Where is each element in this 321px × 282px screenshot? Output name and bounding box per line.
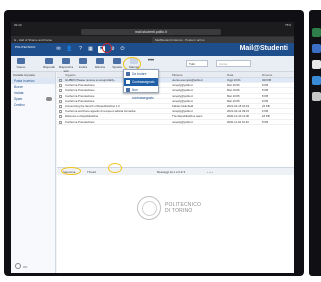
- filter-select[interactable]: Tutti: [186, 60, 208, 67]
- highlight-circle-red: [102, 43, 112, 53]
- row-subject: Conferma Prenotazione: [65, 119, 95, 124]
- row-checkbox[interactable]: [59, 120, 62, 124]
- compose-icon: [17, 58, 25, 64]
- logout-icon[interactable]: ⏻: [119, 46, 126, 53]
- app-icon[interactable]: [312, 76, 321, 85]
- forward-button[interactable]: Inoltra: [75, 58, 91, 70]
- folder-pane: Cartelle di posta Posta in arrivo Bozze …: [11, 72, 56, 273]
- contacts-icon[interactable]: 👤: [66, 46, 73, 53]
- menu-item-unflagged[interactable]: Non contrassegnato: [124, 86, 158, 100]
- highlight-circle-yellow: [61, 167, 81, 175]
- reply-all-icon: [62, 58, 70, 64]
- compose-button[interactable]: Nuovo: [13, 58, 29, 70]
- url-field[interactable]: mail.studenti.polito.it: [81, 29, 221, 35]
- folder-label: Spam: [14, 97, 23, 101]
- row-from: noreply@polito.it: [172, 119, 193, 124]
- calendar-icon[interactable]: ▦: [87, 46, 94, 53]
- menu-item-flagged[interactable]: Contrassegnato: [124, 78, 158, 86]
- row-checkbox[interactable]: [59, 99, 62, 103]
- mark-menu: Da inviare Contrassegnato Non contrasseg…: [123, 69, 159, 100]
- menu-item-label: Non contrassegnato: [132, 88, 154, 100]
- quota-text: 0%: [23, 265, 28, 269]
- row-checkbox[interactable]: [59, 94, 62, 98]
- highlight-circle-yellow: [108, 163, 122, 173]
- row-checkbox[interactable]: [59, 104, 62, 108]
- message-list: Oggetto Mittente Data Dimens. ILLIBRO Pl…: [57, 72, 294, 167]
- app-header: POLITECNICO ✉ 👤 ? ▦ ⚑ ⚙ ⏻ Mail@Studenti: [11, 43, 294, 56]
- menu-item-label: Da inviare: [132, 72, 147, 76]
- browser-address-bar: mail.studenti.polito.it: [11, 28, 294, 36]
- toolbar-label: Inoltra: [78, 65, 88, 69]
- list-footer: Seleziona Thread Messaggi da 1 a 9 di 9 …: [57, 167, 294, 175]
- mail-icon[interactable]: ✉: [55, 46, 62, 53]
- row-date: 2020-11-04 10:40: [227, 119, 249, 124]
- toolbar-label: Elimina: [95, 65, 105, 69]
- help-icon[interactable]: ?: [77, 46, 84, 53]
- status-battery: 75%: [284, 23, 291, 27]
- row-checkbox[interactable]: [59, 84, 62, 88]
- reply-all-button[interactable]: Rispondi a tutti: [58, 58, 74, 73]
- row-checkbox[interactable]: [59, 79, 62, 82]
- polito-seal-icon: [137, 196, 161, 220]
- reply-icon: [45, 58, 53, 64]
- app-icon[interactable]: [312, 92, 321, 101]
- row-size: 8 KB: [262, 119, 269, 124]
- row-checkbox[interactable]: [59, 110, 62, 114]
- toolbar-label: Rispondi: [43, 65, 55, 69]
- preview-pane: POLITECNICO DI TORINO: [57, 175, 294, 273]
- app-icon[interactable]: [312, 44, 321, 53]
- app-brand: Mail@Studenti: [239, 45, 288, 52]
- menu-item-label: Contrassegnato: [132, 80, 155, 84]
- menu-item-unsent[interactable]: Da inviare: [124, 70, 158, 78]
- delete-button[interactable]: Elimina: [92, 58, 108, 70]
- flag-icon: [126, 80, 130, 84]
- unflag-icon: [126, 88, 130, 92]
- app-icon[interactable]: [312, 60, 321, 69]
- screen: 09:40 75% mail.studenti.polito.it ls - H…: [11, 22, 294, 273]
- polito-wordmark: POLITECNICO DI TORINO: [165, 202, 201, 214]
- status-time: 09:40: [14, 23, 22, 27]
- toolbar-label: Nuovo: [16, 65, 26, 69]
- row-checkbox[interactable]: [59, 89, 62, 93]
- toolbar-label: Sposta: [112, 65, 122, 69]
- quota-icon: [15, 263, 21, 269]
- trash-icon: [96, 58, 104, 64]
- folder-icon: [113, 58, 121, 64]
- polito-logo: POLITECNICO: [15, 45, 36, 49]
- send-icon: [126, 72, 130, 76]
- forward-icon: [79, 58, 87, 64]
- app-icon[interactable]: [312, 28, 321, 37]
- table-row[interactable]: Conferma Prenotazione noreply@polito.it 20…: [57, 120, 294, 125]
- unread-badge: [46, 97, 52, 101]
- reply-button[interactable]: Rispondi: [41, 58, 57, 70]
- folder-trash[interactable]: Cestino: [11, 102, 55, 108]
- row-checkbox[interactable]: [59, 115, 62, 119]
- tablet-frame: 09:40 75% mail.studenti.polito.it ls - H…: [4, 10, 304, 276]
- search-input[interactable]: Cerca: [216, 60, 251, 67]
- wordmark-line: DI TORINO: [165, 208, 193, 214]
- browser-tabs: ls - Hall of Shame and Fame MailStudenti…: [11, 36, 294, 43]
